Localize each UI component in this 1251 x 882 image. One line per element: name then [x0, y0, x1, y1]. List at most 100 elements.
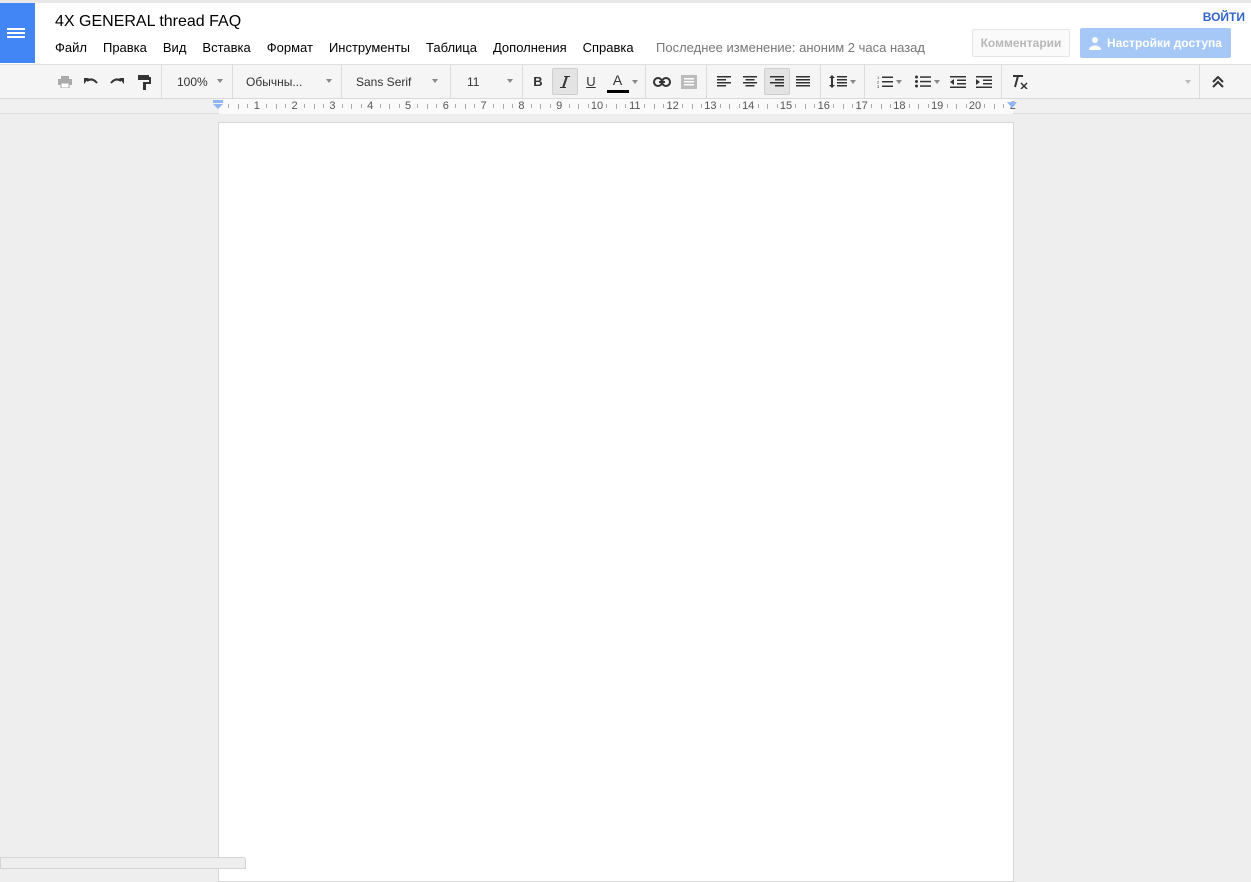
bulleted-list-button[interactable]: [909, 68, 945, 95]
login-link[interactable]: ВОЙТИ: [1203, 10, 1245, 24]
ruler-tick: [757, 104, 759, 108]
ruler-tick: [738, 104, 740, 108]
ruler-tick: [615, 104, 617, 109]
font-size-select[interactable]: 11: [455, 68, 519, 95]
document-title[interactable]: 4X GENERAL thread FAQ: [55, 13, 241, 31]
ruler-tick: [842, 104, 844, 109]
bottom-status-strip: [0, 857, 246, 869]
comments-button-label: Комментарии: [980, 36, 1062, 50]
redo-icon: [109, 76, 125, 88]
undo-icon: [83, 76, 99, 88]
align-center-button[interactable]: [738, 68, 762, 95]
numbered-list-button[interactable]: 123: [871, 68, 907, 95]
ruler-tick: [313, 104, 315, 109]
ruler-tick: [644, 104, 646, 108]
align-right-button[interactable]: [764, 68, 790, 95]
docs-home-icon[interactable]: [0, 3, 35, 63]
ruler-tick: [502, 104, 504, 109]
paragraph-style-select[interactable]: Обычны...: [234, 68, 338, 95]
ruler-tick: [729, 104, 731, 109]
toolbar-separator: [820, 65, 821, 98]
comment-icon: [681, 74, 697, 89]
chevron-down-icon: [217, 79, 223, 83]
align-justify-button[interactable]: [791, 68, 815, 95]
text-color-button[interactable]: A: [603, 68, 641, 95]
right-indent-marker-icon[interactable]: [1007, 102, 1017, 110]
ruler-tick: [993, 104, 995, 109]
menu-insert[interactable]: Вставка: [194, 40, 258, 56]
chevron-down-icon: [432, 79, 438, 83]
document-page[interactable]: [218, 122, 1014, 882]
ruler-tick: [568, 104, 570, 108]
toolbar-separator: [341, 65, 342, 98]
ruler-tick: [436, 104, 438, 108]
menu-help[interactable]: Справка: [575, 40, 642, 56]
document-canvas: [0, 114, 1251, 882]
paint-format-button[interactable]: [134, 68, 154, 95]
ruler-tick: [322, 104, 324, 108]
paragraph-style-value: Обычны...: [246, 75, 303, 89]
menu-view[interactable]: Вид: [155, 40, 195, 56]
menu-table[interactable]: Таблица: [418, 40, 485, 56]
toolbar-separator: [1001, 65, 1002, 98]
menu-format[interactable]: Формат: [259, 40, 321, 56]
menu-file[interactable]: Файл: [47, 40, 95, 56]
underline-button[interactable]: U: [580, 68, 602, 95]
menu-tools[interactable]: Инструменты: [321, 40, 418, 56]
clear-formatting-button[interactable]: [1008, 68, 1032, 95]
undo-button[interactable]: [81, 68, 101, 95]
ruler-tick: [389, 104, 391, 109]
line-spacing-button[interactable]: [825, 68, 859, 95]
bulleted-list-icon: [914, 75, 931, 88]
print-button[interactable]: [55, 68, 75, 95]
bold-button[interactable]: B: [527, 68, 549, 95]
toolbar-separator: [864, 65, 865, 98]
chevron-down-icon: [507, 79, 513, 83]
ruler-tick: [833, 104, 835, 108]
insert-comment-button[interactable]: [678, 68, 700, 95]
more-toolbar-dropdown[interactable]: [1178, 68, 1194, 95]
ruler-label: 17: [855, 100, 868, 112]
ruler-tick: [956, 104, 958, 109]
decrease-indent-button[interactable]: [946, 68, 970, 95]
horizontal-ruler[interactable]: 12345678910111213141516171819202: [0, 99, 1251, 114]
ruler-tick: [984, 104, 986, 108]
ruler-tick: [578, 104, 580, 109]
zoom-select[interactable]: 100%: [165, 68, 229, 95]
redo-button[interactable]: [107, 68, 127, 95]
ruler-tick: [663, 104, 665, 108]
ruler-tick: [511, 104, 513, 108]
ruler-tick: [965, 104, 967, 108]
ruler-tick: [719, 104, 721, 108]
increase-indent-button[interactable]: [972, 68, 996, 95]
ruler-tick: [814, 104, 816, 108]
chevron-down-icon: [631, 79, 638, 84]
insert-link-button[interactable]: [651, 68, 673, 95]
align-left-button[interactable]: [712, 68, 736, 95]
ruler-tick: [247, 104, 249, 108]
ruler-tick: [360, 104, 362, 108]
ruler-tick: [351, 104, 353, 109]
collapse-toolbar-icon: [1212, 75, 1224, 88]
font-family-select[interactable]: Sans Serif: [344, 68, 444, 95]
chevron-down-icon: [1184, 79, 1191, 84]
italic-button[interactable]: [552, 68, 578, 95]
chevron-down-icon: [895, 79, 902, 84]
collapse-toolbar-button[interactable]: [1207, 68, 1229, 95]
comments-button[interactable]: Комментарии: [972, 29, 1070, 57]
ruler-label: 7: [480, 100, 487, 112]
ruler-tick: [266, 104, 268, 108]
formatting-toolbar: 100% Обычны... Sans Serif 11 B U A 1 2 3: [0, 64, 1251, 99]
top-border: [0, 0, 1251, 3]
last-edit-status[interactable]: Последнее изменение: аноним 2 часа назад: [656, 40, 925, 55]
ruler-label: 19: [931, 100, 944, 112]
link-icon: [653, 76, 671, 87]
left-indent-marker-icon[interactable]: [212, 100, 224, 110]
text-color-label: A: [612, 71, 623, 88]
ruler-tick: [474, 104, 476, 108]
menu-edit[interactable]: Правка: [95, 40, 155, 56]
ruler-label: 14: [742, 100, 755, 112]
share-button[interactable]: Настройки доступа: [1080, 28, 1231, 58]
menu-addons[interactable]: Дополнения: [485, 40, 575, 56]
ruler-tick: [767, 104, 769, 109]
